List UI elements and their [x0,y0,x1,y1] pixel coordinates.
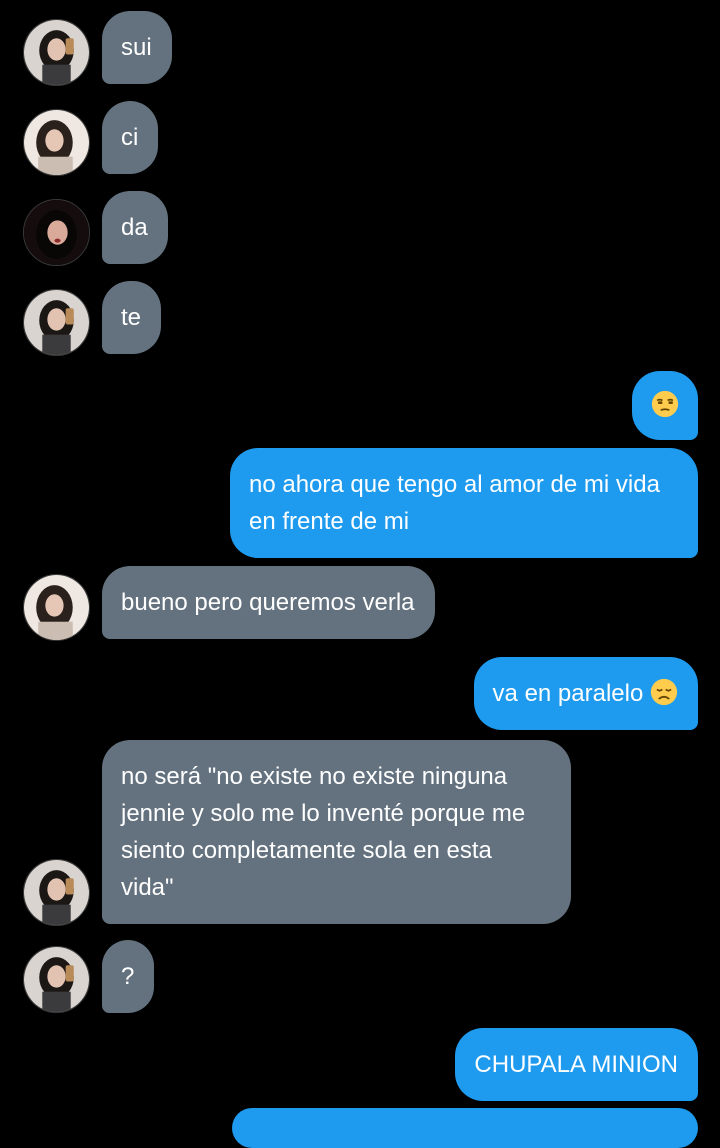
avatar-photo [24,20,89,85]
message-text: ci [121,124,139,151]
incoming-message-bubble[interactable]: da [102,191,168,264]
avatar-photo [24,860,89,925]
outgoing-message-bubble[interactable]: no ahora que tengo al amor de mi vida en… [230,448,698,558]
incoming-message-bubble[interactable]: ? [102,940,155,1013]
avatar-photo [24,110,89,175]
sender-avatar[interactable] [23,946,90,1013]
incoming-message-bubble[interactable]: ci [102,101,159,174]
avatar-photo [24,575,89,640]
avatar-photo [24,200,89,265]
outgoing-message-bubble[interactable]: CHUPALA MINION [455,1028,698,1101]
outgoing-message-bubble[interactable]: va en paralelo [473,657,698,730]
outgoing-message-bubble-partial[interactable] [232,1108,698,1148]
outgoing-message-bubble[interactable] [632,371,698,440]
sender-avatar[interactable] [23,19,90,86]
message-text: va en paralelo [492,680,644,707]
sender-avatar[interactable] [23,859,90,926]
avatar-photo [24,290,89,355]
message-text: no ahora que tengo al amor de mi vida en… [249,471,660,535]
disappointed-face-emoji-icon [650,678,678,706]
incoming-message-bubble[interactable]: no será "no existe no existe ninguna jen… [102,740,571,924]
incoming-message-bubble[interactable]: sui [102,11,172,84]
message-text: bueno pero queremos verla [121,589,415,616]
unamused-face-emoji-icon [651,390,679,418]
message-text: da [121,214,148,241]
message-text: no será "no existe no existe ninguna jen… [121,763,526,901]
sender-avatar[interactable] [23,199,90,266]
incoming-message-bubble[interactable]: te [102,281,162,354]
message-text: CHUPALA MINION [474,1051,678,1078]
sender-avatar[interactable] [23,289,90,356]
incoming-message-bubble[interactable]: bueno pero queremos verla [102,566,435,639]
sender-avatar[interactable] [23,109,90,176]
message-text: ? [121,963,135,990]
message-text: te [121,304,142,331]
sender-avatar[interactable] [23,574,90,641]
avatar-photo [24,947,89,1012]
message-text: sui [121,34,152,61]
